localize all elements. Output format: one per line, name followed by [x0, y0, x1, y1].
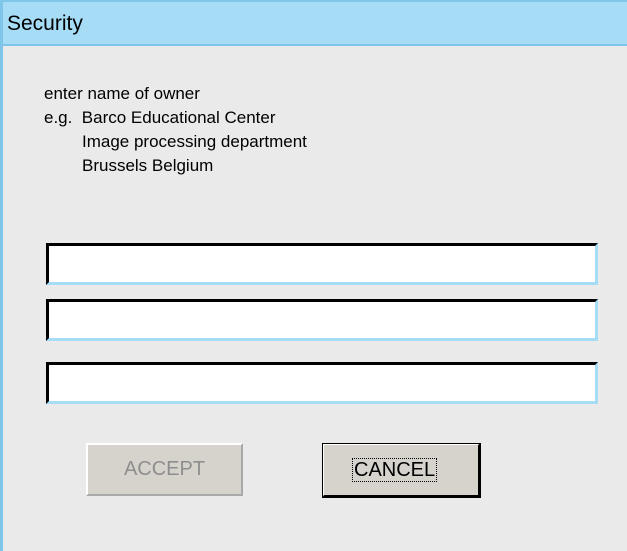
owner-name-field-1[interactable] [46, 243, 598, 285]
instruction-line-2: e.g. Barco Educational Center [44, 108, 276, 127]
title-bar[interactable]: Security [3, 2, 627, 46]
instructions: enter name of owner e.g. Barco Education… [44, 82, 307, 178]
accept-button[interactable]: ACCEPT [86, 443, 243, 496]
instruction-line-3: Image processing department [82, 132, 307, 151]
owner-name-field-3[interactable] [46, 362, 598, 404]
instruction-line-1: enter name of owner [44, 84, 200, 103]
cancel-button-label: CANCEL [352, 458, 438, 482]
instruction-line-4: Brussels Belgium [82, 156, 214, 175]
cancel-button[interactable]: CANCEL [322, 443, 481, 498]
security-dialog: Security enter name of owner e.g. Barco … [0, 0, 627, 551]
window-title: Security [7, 12, 83, 35]
accept-button-label: ACCEPT [123, 458, 206, 480]
owner-name-field-2[interactable] [46, 299, 598, 341]
